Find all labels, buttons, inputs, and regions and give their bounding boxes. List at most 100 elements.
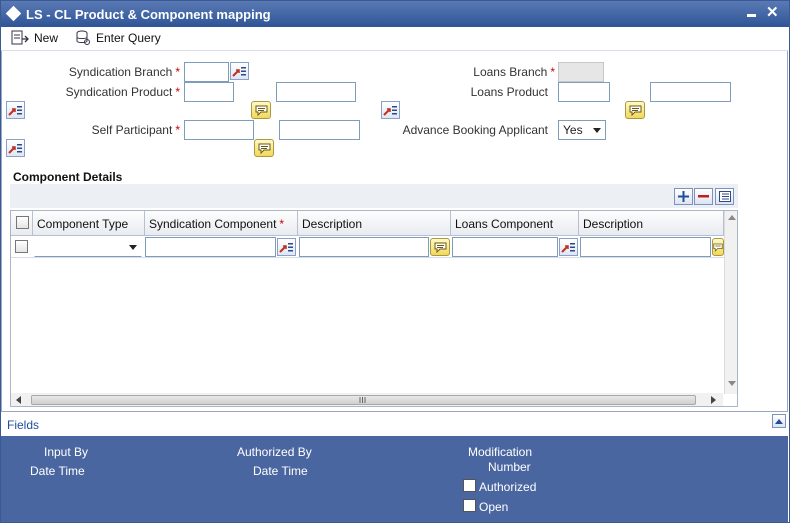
fields-link[interactable]: Fields bbox=[7, 418, 39, 432]
loans-branch-label-text: Loans Branch bbox=[473, 65, 548, 79]
grid-toolbar bbox=[10, 184, 738, 208]
loans-component-lov-button[interactable] bbox=[559, 238, 578, 256]
scroll-down-icon[interactable] bbox=[728, 381, 736, 386]
delete-row-button[interactable] bbox=[694, 188, 713, 205]
advance-booking-applicant-select[interactable]: Yes bbox=[558, 120, 606, 140]
component-type-select[interactable] bbox=[34, 237, 142, 257]
syndication-branch-label-text: Syndication Branch bbox=[68, 65, 173, 79]
fields-bar: Fields bbox=[1, 411, 788, 436]
window-title-bar: LS - CL Product & Component mapping ✕ bbox=[0, 0, 790, 27]
list-of-values-icon bbox=[8, 144, 22, 154]
required-mark: * bbox=[175, 123, 180, 137]
syndication-component-lov-button[interactable] bbox=[277, 238, 296, 256]
required-mark: * bbox=[175, 65, 180, 79]
modification-number-label: Number bbox=[488, 460, 531, 474]
syndication-component-description-input[interactable] bbox=[299, 237, 429, 257]
column-header-loans-description[interactable]: Description bbox=[579, 211, 724, 236]
syndication-product-input[interactable] bbox=[184, 82, 234, 102]
syndication-component-description-button[interactable] bbox=[430, 238, 450, 256]
loans-branch-input bbox=[558, 62, 604, 82]
vertical-scrollbar[interactable] bbox=[724, 211, 737, 394]
authorized-label: Authorized bbox=[479, 480, 537, 494]
list-of-values-icon bbox=[8, 106, 22, 116]
minus-icon bbox=[698, 195, 709, 198]
expand-footer-button[interactable] bbox=[772, 414, 786, 428]
list-view-icon bbox=[718, 191, 731, 202]
add-row-button[interactable] bbox=[674, 188, 693, 205]
column-header-component-type[interactable]: Component Type bbox=[33, 211, 145, 236]
loans-branch-label: Loans Branch * bbox=[400, 65, 555, 79]
open-checkbox[interactable] bbox=[463, 499, 476, 512]
loans-product-label: Loans Product bbox=[470, 85, 548, 99]
syndication-branch-input[interactable] bbox=[184, 62, 229, 82]
required-mark: * bbox=[279, 217, 285, 231]
component-details-grid: Component Type Syndication Component * De… bbox=[10, 210, 738, 407]
self-participant-input[interactable] bbox=[184, 120, 254, 140]
loans-component-description-input[interactable] bbox=[580, 237, 711, 257]
syndication-product-description-button[interactable] bbox=[251, 101, 271, 119]
scroll-left-icon[interactable] bbox=[16, 396, 21, 404]
syndication-product-lov-button[interactable] bbox=[6, 101, 25, 119]
speech-balloon-icon bbox=[434, 242, 446, 253]
required-mark: * bbox=[550, 65, 555, 79]
column-header-description[interactable]: Description bbox=[298, 211, 451, 236]
speech-balloon-icon bbox=[629, 105, 641, 116]
date-time-label-1: Date Time bbox=[30, 464, 85, 478]
input-by-label: Input By bbox=[44, 445, 89, 459]
authorized-by-label: Authorized By bbox=[237, 445, 312, 459]
grip-icon bbox=[359, 397, 366, 403]
scroll-right-icon[interactable] bbox=[711, 396, 716, 404]
required-mark: * bbox=[175, 85, 180, 99]
close-icon[interactable]: ✕ bbox=[766, 3, 779, 21]
list-of-values-icon bbox=[383, 106, 397, 116]
window-title: LS - CL Product & Component mapping bbox=[26, 7, 271, 22]
minimize-icon[interactable] bbox=[747, 14, 756, 17]
chevron-down-icon bbox=[593, 127, 601, 133]
column-header-loans-component[interactable]: Loans Component bbox=[451, 211, 579, 236]
audit-footer: Input By Date Time Authorized By Date Ti… bbox=[1, 436, 788, 522]
loans-product-input[interactable] bbox=[558, 82, 610, 102]
plus-icon bbox=[678, 191, 689, 202]
modification-label: Modification bbox=[468, 445, 533, 459]
enter-query-button[interactable]: Enter Query bbox=[75, 30, 161, 46]
syndication-product-label-text: Syndication Product bbox=[65, 85, 173, 99]
loans-component-input[interactable] bbox=[452, 237, 558, 257]
loans-component-description-button[interactable] bbox=[712, 238, 724, 256]
table-row bbox=[11, 236, 724, 258]
syndication-product-description-input[interactable] bbox=[276, 82, 356, 102]
component-details-title: Component Details bbox=[13, 170, 123, 184]
chevron-down-icon bbox=[129, 244, 137, 250]
speech-balloon-icon bbox=[713, 243, 723, 252]
syndication-component-input[interactable] bbox=[145, 237, 276, 257]
self-participant-description-button[interactable] bbox=[254, 139, 274, 157]
chevron-up-icon bbox=[775, 418, 783, 424]
row-select-checkbox[interactable] bbox=[15, 240, 28, 253]
authorized-checkbox[interactable] bbox=[463, 479, 476, 492]
loans-product-lov-button[interactable] bbox=[381, 101, 400, 119]
self-participant-lov-button[interactable] bbox=[6, 139, 25, 157]
new-button[interactable]: New bbox=[11, 30, 58, 46]
horizontal-scrollbar[interactable] bbox=[11, 393, 723, 406]
loans-product-description-button[interactable] bbox=[625, 101, 645, 119]
self-participant-label: Self Participant * bbox=[30, 123, 180, 137]
single-view-button[interactable] bbox=[715, 188, 734, 205]
column-header-syndication-component[interactable]: Syndication Component * bbox=[145, 211, 298, 236]
speech-balloon-icon bbox=[255, 105, 267, 116]
open-label: Open bbox=[479, 500, 509, 514]
loans-product-description-input[interactable] bbox=[650, 82, 731, 102]
syndication-branch-lov-button[interactable] bbox=[230, 62, 249, 80]
column-header-syndication-component-text: Syndication Component bbox=[149, 217, 277, 231]
scroll-up-icon[interactable] bbox=[728, 215, 736, 220]
select-all-checkbox[interactable] bbox=[16, 216, 29, 229]
enter-query-button-label: Enter Query bbox=[96, 31, 161, 45]
new-record-icon bbox=[11, 30, 29, 45]
self-participant-label-text: Self Participant bbox=[91, 123, 173, 137]
advance-booking-applicant-value: Yes bbox=[563, 123, 583, 137]
window-diamond-icon bbox=[5, 5, 22, 22]
self-participant-description-input[interactable] bbox=[279, 120, 360, 140]
horizontal-scroll-thumb[interactable] bbox=[31, 395, 696, 405]
syndication-product-label: Syndication Product * bbox=[30, 85, 180, 99]
list-of-values-icon bbox=[279, 243, 293, 253]
toolbar: New Enter Query bbox=[1, 27, 788, 51]
header-select-all-cell bbox=[11, 211, 33, 236]
